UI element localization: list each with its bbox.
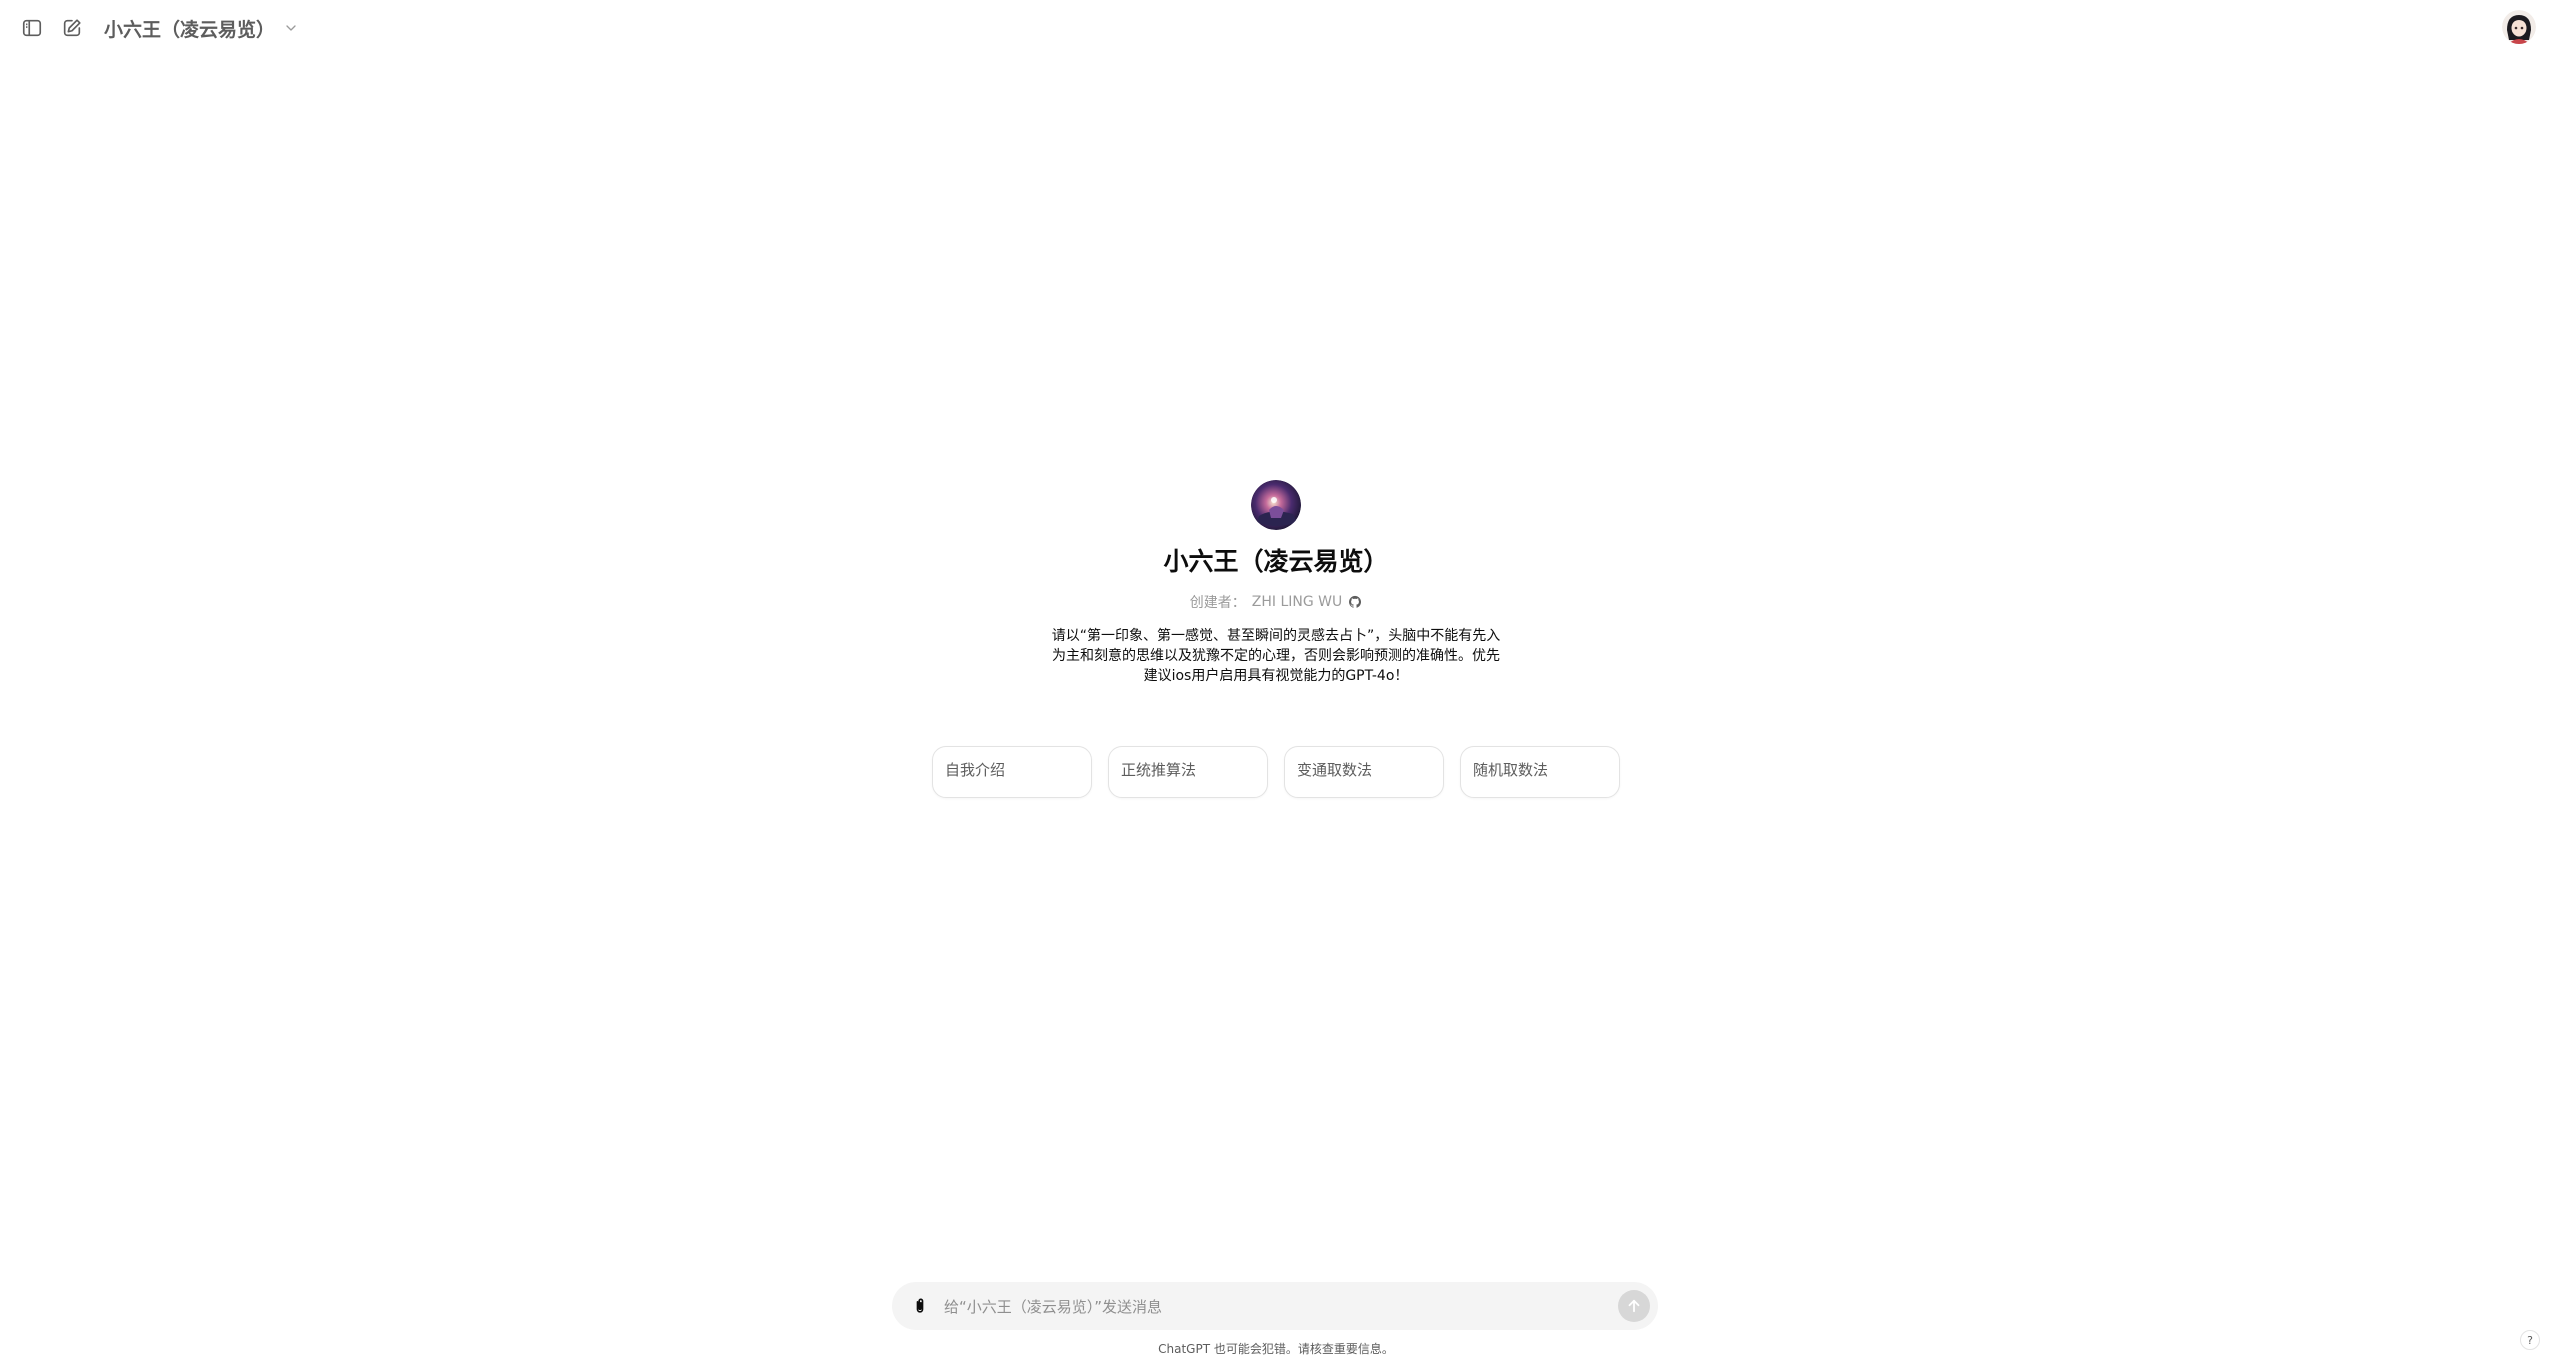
top-header: 小六王（凌云易览） [0,0,2552,56]
chevron-down-icon [286,25,296,31]
creator-row: 创建者： ZHI LING WU [1190,592,1363,612]
starter-card[interactable]: 正统推算法 [1108,746,1268,798]
gpt-avatar [1251,480,1301,530]
edit-icon [63,19,81,37]
model-title: 小六王（凌云易览） [104,18,276,41]
gpt-avatar-image [1251,480,1301,530]
avatar-image [2502,10,2536,44]
gpt-intro: 小六王（凌云易览） 创建者： ZHI LING WU 请以“第一印象、第一感觉、甚… [0,480,2552,686]
starter-card[interactable]: 自我介绍 [932,746,1092,798]
sidebar-toggle-button[interactable] [16,14,48,42]
chat-page: 小六王（凌云易览） 小六王（凌云易览） 创建者： ZHI LING WU 请以“… [0,0,2552,1364]
starter-card[interactable]: 变通取数法 [1284,746,1444,798]
attach-button[interactable] [908,1294,932,1318]
creator-name: ZHI LING WU [1251,594,1343,610]
github-icon[interactable] [1348,595,1362,609]
starter-card[interactable]: 随机取数法 [1460,746,1620,798]
help-button[interactable]: ? [2520,1330,2540,1350]
gpt-description: 请以“第一印象、第一感觉、甚至瞬间的灵感去占卜”，头脑中不能有先入为主和刻意的思… [1051,628,1501,684]
disclaimer-text: ChatGPT 也可能会犯错。请核查重要信息。 [1158,1342,1394,1356]
gpt-name: 小六王（凌云易览） [1163,547,1389,576]
send-button[interactable] [1618,1290,1650,1322]
user-avatar[interactable] [2502,10,2536,44]
creator-label: 创建者： [1189,595,1246,611]
arrow-up-icon [1628,1299,1640,1313]
new-chat-button[interactable] [56,14,88,42]
message-composer [892,1282,1658,1330]
message-input[interactable] [942,1290,1586,1324]
sidebar-toggle-icon [22,19,42,37]
paperclip-icon [916,1298,924,1313]
conversation-starters: 自我介绍 正统推算法 变通取数法 随机取数法 [932,746,1620,798]
model-switcher[interactable]: 小六王（凌云易览） [98,12,305,44]
